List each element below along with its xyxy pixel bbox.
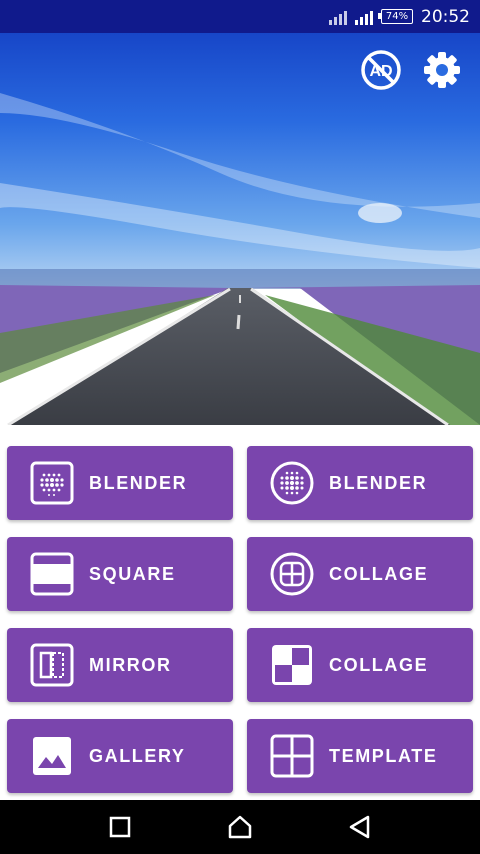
collage-circle-button[interactable]: COLLAGE — [247, 537, 473, 611]
home-icon[interactable] — [226, 813, 254, 841]
clock: 20:52 — [421, 6, 470, 27]
template-grid-icon — [269, 733, 315, 779]
blender-square-button[interactable]: BLENDER — [7, 446, 233, 520]
gear-icon[interactable] — [421, 49, 463, 91]
mirror-button[interactable]: MIRROR — [7, 628, 233, 702]
blender-circle-button[interactable]: BLENDER — [247, 446, 473, 520]
navigation-bar — [0, 800, 480, 854]
battery-indicator: 74% — [378, 9, 413, 24]
back-icon[interactable] — [346, 813, 374, 841]
mirror-icon — [29, 642, 75, 688]
tile-label: BLENDER — [89, 472, 188, 493]
tile-label: SQUARE — [89, 563, 176, 584]
square-crop-icon — [29, 551, 75, 597]
collage-circle-icon — [269, 551, 315, 597]
blend-square-icon — [29, 460, 75, 506]
blend-circle-icon — [269, 460, 315, 506]
collage-checker-icon — [269, 642, 315, 688]
status-bar: 74% 20:52 — [0, 0, 480, 33]
square-button[interactable]: SQUARE — [7, 537, 233, 611]
signal-icon — [329, 9, 347, 25]
template-button[interactable]: TEMPLATE — [247, 719, 473, 793]
recent-apps-icon[interactable] — [106, 813, 134, 841]
tile-label: BLENDER — [329, 472, 428, 493]
no-ads-icon[interactable]: AD — [360, 49, 402, 91]
tile-label: MIRROR — [89, 654, 172, 675]
collage-checker-button[interactable]: COLLAGE — [247, 628, 473, 702]
gallery-button[interactable]: GALLERY — [7, 719, 233, 793]
signal-icon — [355, 9, 373, 25]
tile-label: TEMPLATE — [329, 745, 438, 766]
tile-label: COLLAGE — [329, 654, 429, 675]
hero-image: AD — [0, 33, 480, 425]
gallery-icon — [29, 733, 75, 779]
tile-label: COLLAGE — [329, 563, 429, 584]
tile-label: GALLERY — [89, 745, 186, 766]
